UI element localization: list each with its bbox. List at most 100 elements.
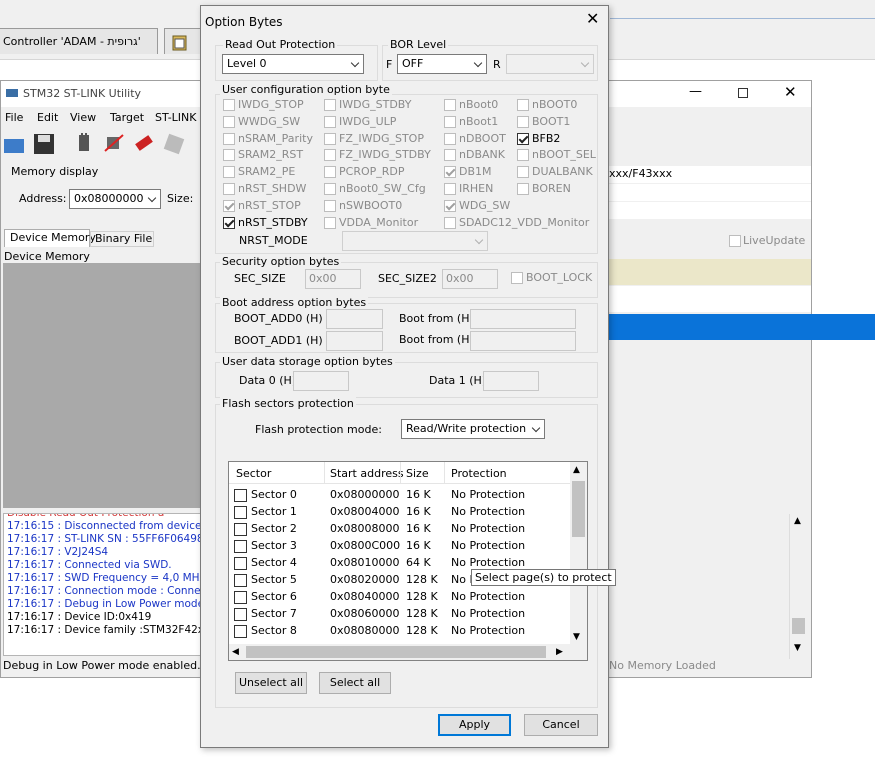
data0-field[interactable]: [293, 371, 349, 391]
option-checkbox[interactable]: [517, 149, 529, 162]
controller-tab[interactable]: Controller 'ADAM - גרופית': [0, 28, 158, 54]
menu-view[interactable]: View: [70, 111, 96, 125]
scroll-down-icon[interactable]: ▼: [794, 641, 801, 655]
option-checkbox[interactable]: [324, 183, 336, 195]
option-checkbox[interactable]: [324, 199, 336, 212]
col-start-address[interactable]: Start address: [330, 467, 404, 481]
sec-size2-field[interactable]: 0x00: [442, 269, 498, 289]
boot-lock-checkbox[interactable]: [511, 272, 523, 284]
option-checkbox[interactable]: [517, 99, 529, 111]
disconnect-icon[interactable]: [103, 133, 125, 155]
data1-field[interactable]: [483, 371, 539, 391]
option-checkbox[interactable]: [444, 183, 456, 195]
save-icon[interactable]: [33, 133, 55, 155]
boot-from0-field[interactable]: [470, 309, 576, 329]
option-checkbox[interactable]: [324, 166, 336, 179]
connect-icon[interactable]: [73, 133, 95, 155]
menu-target[interactable]: Target: [110, 111, 144, 125]
close-icon[interactable]: ✕: [586, 11, 599, 27]
bor-r-combo[interactable]: [506, 54, 594, 74]
select-all-button[interactable]: Select all: [319, 672, 391, 694]
sector-checkbox[interactable]: [234, 557, 247, 570]
table-row[interactable]: Sector 2 0x08008000 16 K No Protection: [229, 521, 569, 538]
menu-file[interactable]: File: [5, 111, 23, 125]
option-checkbox[interactable]: [517, 132, 529, 145]
col-protection[interactable]: Protection: [451, 467, 507, 481]
sector-checkbox[interactable]: [234, 540, 247, 553]
close-icon[interactable]: ✕: [784, 85, 797, 100]
scroll-left-icon[interactable]: ◀: [232, 645, 239, 659]
col-size[interactable]: Size: [406, 467, 429, 481]
program-icon[interactable]: [163, 133, 185, 155]
table-row[interactable]: Sector 8 0x08080000 128 K No Protection: [229, 623, 569, 640]
sectors-vscrollbar[interactable]: ▲ ▼: [570, 462, 587, 644]
option-checkbox[interactable]: [324, 132, 336, 145]
scroll-up-icon[interactable]: ▲: [794, 514, 801, 528]
unselect-all-button[interactable]: Unselect all: [235, 672, 307, 694]
scrollbar-thumb[interactable]: [246, 646, 546, 658]
option-checkbox[interactable]: [444, 115, 456, 128]
scroll-right-icon[interactable]: ▶: [556, 645, 563, 659]
rop-combo[interactable]: Level 0: [222, 54, 364, 74]
table-row[interactable]: Sector 1 0x08004000 16 K No Protection: [229, 504, 569, 521]
option-checkbox[interactable]: [324, 115, 336, 128]
option-checkbox[interactable]: [223, 166, 235, 179]
menu-stlink[interactable]: ST-LINK: [155, 111, 196, 125]
nrst-mode-combo[interactable]: [342, 231, 488, 251]
scrollbar-thumb[interactable]: [572, 481, 585, 537]
col-sector[interactable]: Sector: [236, 467, 271, 481]
option-checkbox[interactable]: [223, 183, 235, 195]
boot-add0-field[interactable]: [326, 309, 383, 329]
option-checkbox[interactable]: [223, 149, 235, 162]
table-row[interactable]: Sector 3 0x0800C000 16 K No Protection: [229, 538, 569, 555]
erase-icon[interactable]: [133, 133, 155, 155]
liveupdate-checkbox[interactable]: [729, 235, 741, 247]
sector-checkbox[interactable]: [234, 489, 247, 502]
sector-checkbox[interactable]: [234, 574, 247, 587]
option-checkbox[interactable]: [444, 99, 456, 111]
option-checkbox[interactable]: [324, 99, 336, 111]
option-checkbox[interactable]: [517, 115, 529, 128]
scrollbar-thumb[interactable]: [792, 618, 805, 634]
address-combo[interactable]: 0x08000000: [69, 189, 161, 209]
option-checkbox[interactable]: [444, 166, 456, 179]
option-checkbox[interactable]: [324, 216, 336, 229]
sector-checkbox[interactable]: [234, 506, 247, 519]
maximize-icon[interactable]: [738, 88, 748, 98]
tab-device-memory[interactable]: Device Memory: [4, 229, 96, 247]
flash-mode-combo[interactable]: Read/Write protection: [401, 419, 545, 439]
apply-button[interactable]: Apply: [438, 714, 511, 736]
log-scrollbar[interactable]: ▲ ▼: [789, 514, 807, 659]
option-checkbox[interactable]: [223, 115, 235, 128]
boot-from1-field[interactable]: [470, 331, 576, 351]
cancel-button[interactable]: Cancel: [524, 714, 598, 736]
option-checkbox[interactable]: [223, 132, 235, 145]
minimize-icon[interactable]: —: [689, 85, 702, 99]
sector-checkbox[interactable]: [234, 625, 247, 638]
scroll-up-icon[interactable]: ▲: [573, 463, 580, 477]
scroll-down-icon[interactable]: ▼: [573, 630, 580, 644]
open-icon[interactable]: [3, 133, 25, 155]
option-checkbox[interactable]: [444, 149, 456, 162]
bor-f-combo[interactable]: OFF: [397, 54, 487, 74]
option-checkbox[interactable]: [223, 216, 235, 229]
option-checkbox[interactable]: [444, 199, 456, 212]
table-row[interactable]: Sector 0 0x08000000 16 K No Protection: [229, 487, 569, 504]
option-checkbox[interactable]: [324, 149, 336, 162]
option-checkbox[interactable]: [444, 132, 456, 145]
option-checkbox[interactable]: [223, 199, 235, 212]
sector-checkbox[interactable]: [234, 523, 247, 536]
option-checkbox[interactable]: [223, 99, 235, 111]
table-row[interactable]: Sector 7 0x08060000 128 K No Protection: [229, 606, 569, 623]
tab-icon-button[interactable]: [164, 28, 202, 54]
sector-checkbox[interactable]: [234, 608, 247, 621]
menu-edit[interactable]: Edit: [37, 111, 58, 125]
sector-checkbox[interactable]: [234, 591, 247, 604]
sectors-hscrollbar[interactable]: ◀ ▶: [229, 644, 587, 660]
boot-add1-field[interactable]: [326, 331, 383, 351]
sec-size-field[interactable]: 0x00: [305, 269, 361, 289]
option-checkbox[interactable]: [444, 216, 456, 229]
tab-binary-file[interactable]: Binary File: [90, 231, 154, 247]
table-row[interactable]: Sector 6 0x08040000 128 K No Protection: [229, 589, 569, 606]
option-checkbox[interactable]: [517, 183, 529, 195]
